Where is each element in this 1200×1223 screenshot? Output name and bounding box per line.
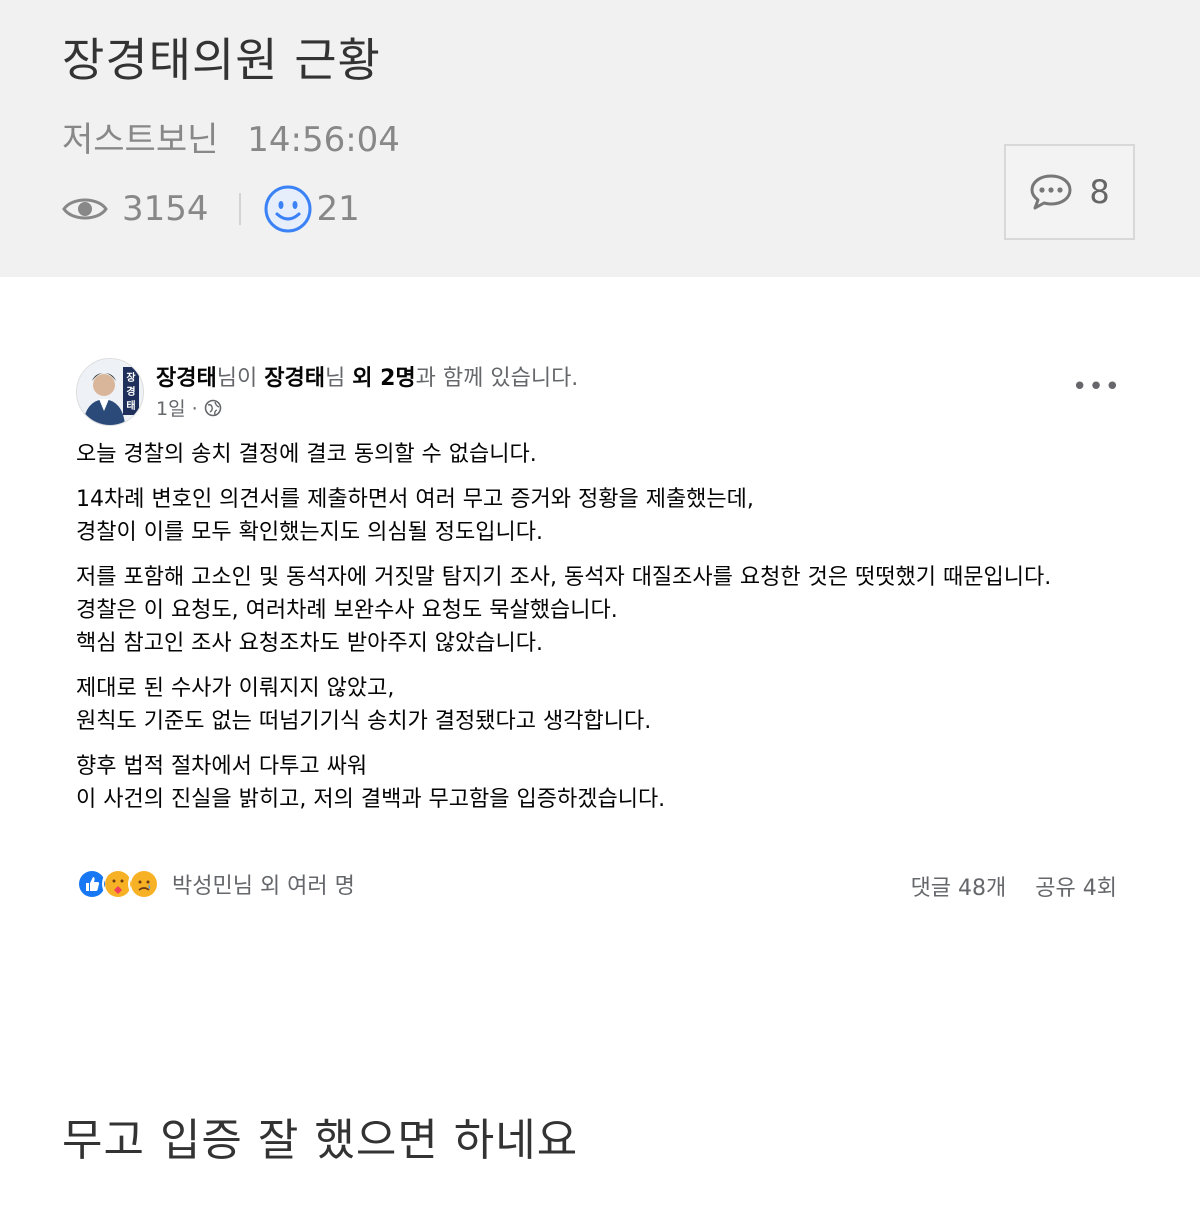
fb-tagged-suffix: 님 xyxy=(324,366,353,391)
fb-author-suffix: 님이 xyxy=(216,366,265,391)
engagement-counts: 댓글 48개 공유 4회 xyxy=(911,870,1117,902)
fb-date[interactable]: 1일 · xyxy=(156,394,198,421)
fb-author-name[interactable]: 장경태 xyxy=(156,366,217,391)
svg-text:태: 태 xyxy=(126,399,135,412)
fb-author-line: 장경태님이 장경태님 외 2명과 함께 있습니다. xyxy=(156,360,578,392)
post-body-text: 무고 입증 잘 했으면 하네요 xyxy=(62,1115,579,1166)
svg-text:경: 경 xyxy=(126,385,135,398)
smile-icon[interactable] xyxy=(263,184,313,234)
comment-count: 8 xyxy=(1089,173,1110,211)
avatar: 장 경 태 xyxy=(76,358,144,426)
fb-paragraph: 오늘 경찰의 송치 결정에 결코 동의할 수 없습니다. xyxy=(76,442,537,467)
divider xyxy=(238,193,241,225)
view-count: 3154 xyxy=(122,189,209,229)
fb-comment-count[interactable]: 댓글 48개 xyxy=(911,876,1007,901)
sad-icon xyxy=(128,868,160,900)
fb-paragraph: 저를 포함해 고소인 및 동석자에 거짓말 탐지기 조사, 동석자 대질조사를 … xyxy=(76,565,1052,656)
post-stats: 3154 21 xyxy=(62,184,360,234)
svg-text:장: 장 xyxy=(126,371,136,384)
fb-others[interactable]: 외 2명 xyxy=(352,366,415,391)
globe-icon xyxy=(204,399,221,416)
post-meta: 저스트보닌 14:56:04 xyxy=(62,112,400,161)
fb-share-count[interactable]: 공유 4회 xyxy=(1035,876,1117,901)
comment-button[interactable]: 8 xyxy=(1004,144,1135,240)
eye-icon xyxy=(62,198,108,220)
like-count: 21 xyxy=(316,189,360,229)
fb-post-body: 오늘 경찰의 송치 결정에 결코 동의할 수 없습니다. 14차례 변호인 의견… xyxy=(76,438,1126,828)
fb-others-suffix: 과 함께 있습니다. xyxy=(415,366,579,391)
more-options-icon[interactable]: ••• xyxy=(1072,374,1121,400)
fb-paragraph: 향후 법적 절차에서 다투고 싸워 이 사건의 진실을 밝히고, 저의 결백과 … xyxy=(76,754,666,812)
author-name[interactable]: 저스트보닌 xyxy=(62,120,218,160)
post-header: 장경태의원 근황 저스트보닌 14:56:04 3154 21 8 xyxy=(0,0,1200,277)
post-time: 14:56:04 xyxy=(247,120,400,160)
fb-tagged-name[interactable]: 장경태 xyxy=(264,366,325,391)
facebook-post-image: 장 경 태 장경태님이 장경태님 외 2명과 함께 있습니다. 1일 · •••… xyxy=(62,340,1137,910)
reactions-bar[interactable]: 박성민님 외 여러 명 xyxy=(76,868,355,900)
fb-paragraph: 제대로 된 수사가 이뤄지지 않았고, 원칙도 기준도 없는 떠넘기기식 송치가… xyxy=(76,676,652,734)
reactions-names: 박성민님 외 여러 명 xyxy=(172,874,355,899)
fb-date-line: 1일 · xyxy=(156,394,222,421)
page-title: 장경태의원 근황 xyxy=(62,33,381,87)
fb-paragraph: 14차례 변호인 의견서를 제출하면서 여러 무고 증거와 정황을 제출했는데,… xyxy=(76,487,754,545)
comment-bubble-icon xyxy=(1030,174,1072,210)
